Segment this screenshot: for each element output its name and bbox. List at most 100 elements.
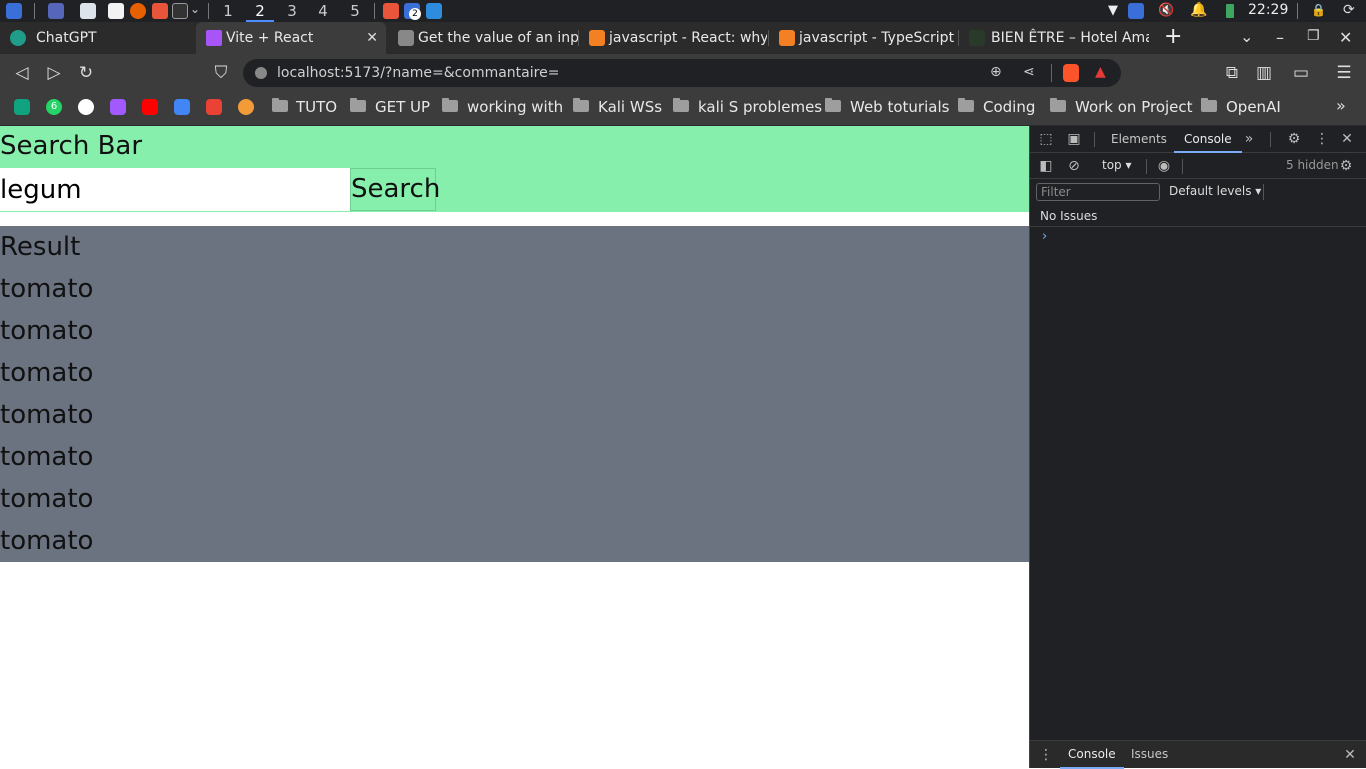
workspace-4[interactable]: 4 — [309, 0, 337, 22]
drawer-menu-icon[interactable]: ⋮ — [1038, 747, 1054, 763]
bookmark-folder-openai[interactable]: OpenAI — [1226, 92, 1281, 122]
bookmark-folder-kali-problemes[interactable]: kali S problemes — [698, 92, 822, 122]
caret-down-icon: ▾ — [1255, 184, 1262, 198]
folder-icon — [1050, 98, 1066, 112]
close-window-button[interactable]: ✕ — [1339, 28, 1352, 47]
postman-bookmark-icon[interactable] — [238, 99, 254, 115]
folder-icon — [958, 98, 974, 112]
sidebar-toggle-icon[interactable]: ◧ — [1038, 158, 1054, 174]
zoom-icon[interactable]: ⊕ — [990, 64, 1002, 80]
chevron-down-icon[interactable]: ⌄ — [190, 2, 200, 16]
minimize-button[interactable]: – — [1276, 28, 1284, 47]
search-button[interactable]: Search — [350, 168, 440, 211]
kebab-menu-icon[interactable]: ⋮ — [1314, 131, 1330, 147]
tab-elements[interactable]: Elements — [1111, 126, 1167, 153]
more-tabs-icon[interactable]: » — [1241, 131, 1257, 147]
menu-icon[interactable]: ☰ — [1333, 62, 1355, 84]
bookmark-folder-work-on-project[interactable]: Work on Project — [1075, 92, 1193, 122]
figma-bookmark-icon[interactable] — [110, 99, 126, 115]
close-devtools-icon[interactable]: ✕ — [1339, 131, 1355, 147]
tab-vite-react[interactable]: Vite + React ✕ — [196, 22, 386, 54]
address-field[interactable]: localhost:5173/?name=&commantaire= ⊕ ⋖ ▲ — [243, 59, 1121, 87]
text-editor-icon[interactable] — [108, 3, 124, 19]
bookmark-folder-get-up[interactable]: GET UP — [375, 92, 430, 122]
workspace-2[interactable]: 2 — [246, 0, 274, 22]
lock-icon[interactable]: 🔒 — [1311, 3, 1326, 17]
forward-button[interactable]: ▷ — [43, 62, 65, 84]
notification-bell-icon[interactable]: 🔔 — [1190, 2, 1207, 18]
search-input[interactable] — [0, 168, 350, 211]
result-item: tomato — [0, 274, 94, 304]
desktop-icon[interactable] — [48, 3, 64, 19]
bookmark-folder-coding[interactable]: Coding — [983, 92, 1035, 122]
result-item: tomato — [0, 358, 94, 388]
bookmark-icon[interactable]: ⛉ — [210, 62, 232, 84]
battery-icon[interactable] — [1226, 4, 1234, 18]
tab-bien-etre[interactable]: BIEN ÊTRE – Hotel Ama — [959, 22, 1149, 54]
firefox-icon[interactable] — [130, 3, 146, 19]
restore-button[interactable]: ❐ — [1307, 28, 1320, 44]
tab-typescript[interactable]: javascript - TypeScript — [769, 22, 957, 54]
translate-bookmark-icon[interactable] — [174, 99, 190, 115]
console-prompt-chevron-icon[interactable]: › — [1042, 229, 1047, 244]
brave-shields-icon[interactable] — [1063, 64, 1079, 82]
context-selector[interactable]: top ▾ — [1102, 158, 1132, 172]
back-button[interactable]: ◁ — [11, 62, 33, 84]
bookmark-folder-kali-wss[interactable]: Kali WSs — [598, 92, 662, 122]
file-manager-icon[interactable] — [80, 3, 96, 19]
bookmark-folder-tuto[interactable]: TUTO — [296, 92, 337, 122]
whatsapp-bookmark-icon[interactable]: 6 — [46, 99, 62, 115]
share-icon[interactable]: ⋖ — [1023, 64, 1035, 80]
more-bookmarks-icon[interactable]: » — [1336, 96, 1346, 115]
folder-icon — [673, 98, 689, 112]
workspace-1[interactable]: 1 — [214, 0, 242, 22]
start-menu-icon[interactable] — [6, 3, 22, 19]
tab-react-why[interactable]: javascript - React: why — [579, 22, 767, 54]
wallet-icon[interactable]: ▭ — [1290, 62, 1312, 84]
levels-dropdown[interactable]: Default levels ▾ — [1169, 184, 1261, 198]
github-bookmark-icon[interactable] — [78, 99, 94, 115]
gmail-bookmark-icon[interactable] — [206, 99, 222, 115]
brave-window-icon[interactable] — [383, 3, 399, 19]
url-text[interactable]: localhost:5173/?name=&commantaire= — [277, 59, 559, 87]
wifi-icon[interactable]: ▼ — [1108, 3, 1118, 18]
clear-console-icon[interactable]: ⊘ — [1066, 158, 1082, 174]
chatgpt-bookmark-icon[interactable] — [14, 99, 30, 115]
tab-chatgpt[interactable]: ChatGPT — [0, 22, 194, 54]
vscode-icon[interactable] — [426, 3, 442, 19]
info-icon[interactable] — [255, 67, 267, 79]
extensions-icon[interactable]: ⧉ — [1221, 62, 1243, 84]
device-toolbar-icon[interactable]: ▣ — [1066, 131, 1082, 147]
volume-muted-icon[interactable]: 🔇 — [1158, 3, 1174, 18]
bookmark-folder-working-with[interactable]: working with — [467, 92, 563, 122]
apps-icon[interactable] — [1128, 3, 1144, 19]
reload-button[interactable]: ↻ — [75, 62, 97, 84]
terminal-icon[interactable] — [172, 3, 188, 19]
folder-icon — [272, 98, 288, 112]
bookmark-folder-web-toturials[interactable]: Web toturials — [850, 92, 949, 122]
new-tab-button[interactable]: + — [1164, 24, 1182, 49]
close-icon[interactable]: ✕ — [366, 22, 378, 54]
workspace-3[interactable]: 3 — [278, 0, 306, 22]
drawer-tab-issues[interactable]: Issues — [1131, 741, 1168, 769]
brave-rewards-icon[interactable]: ▲ — [1095, 64, 1106, 80]
settings-gear-icon[interactable]: ⚙ — [1286, 131, 1302, 147]
tab-get-value[interactable]: Get the value of an inpu — [388, 22, 578, 54]
tab-search-chevron-icon[interactable]: ⌄ — [1240, 27, 1253, 46]
console-filter-input[interactable]: Filter — [1036, 183, 1160, 201]
clock[interactable]: 22:29 — [1248, 2, 1288, 18]
power-icon[interactable]: ⟳ — [1343, 2, 1355, 18]
drawer-tab-console[interactable]: Console — [1060, 741, 1124, 769]
brave-icon[interactable] — [152, 3, 168, 19]
workspace-5[interactable]: 5 — [341, 0, 369, 22]
live-expression-eye-icon[interactable]: ◉ — [1156, 158, 1172, 174]
close-drawer-icon[interactable]: ✕ — [1342, 747, 1358, 763]
youtube-bookmark-icon[interactable] — [142, 99, 158, 115]
sidebar-icon[interactable]: ▥ — [1253, 62, 1275, 84]
hidden-count[interactable]: 5 hidden — [1286, 158, 1339, 172]
context-label: top — [1102, 158, 1122, 172]
tab-label: Vite + React — [226, 30, 314, 46]
tab-console[interactable]: Console — [1174, 126, 1242, 153]
inspect-element-icon[interactable]: ⬚ — [1038, 131, 1054, 147]
console-settings-gear-icon[interactable]: ⚙ — [1338, 158, 1354, 174]
